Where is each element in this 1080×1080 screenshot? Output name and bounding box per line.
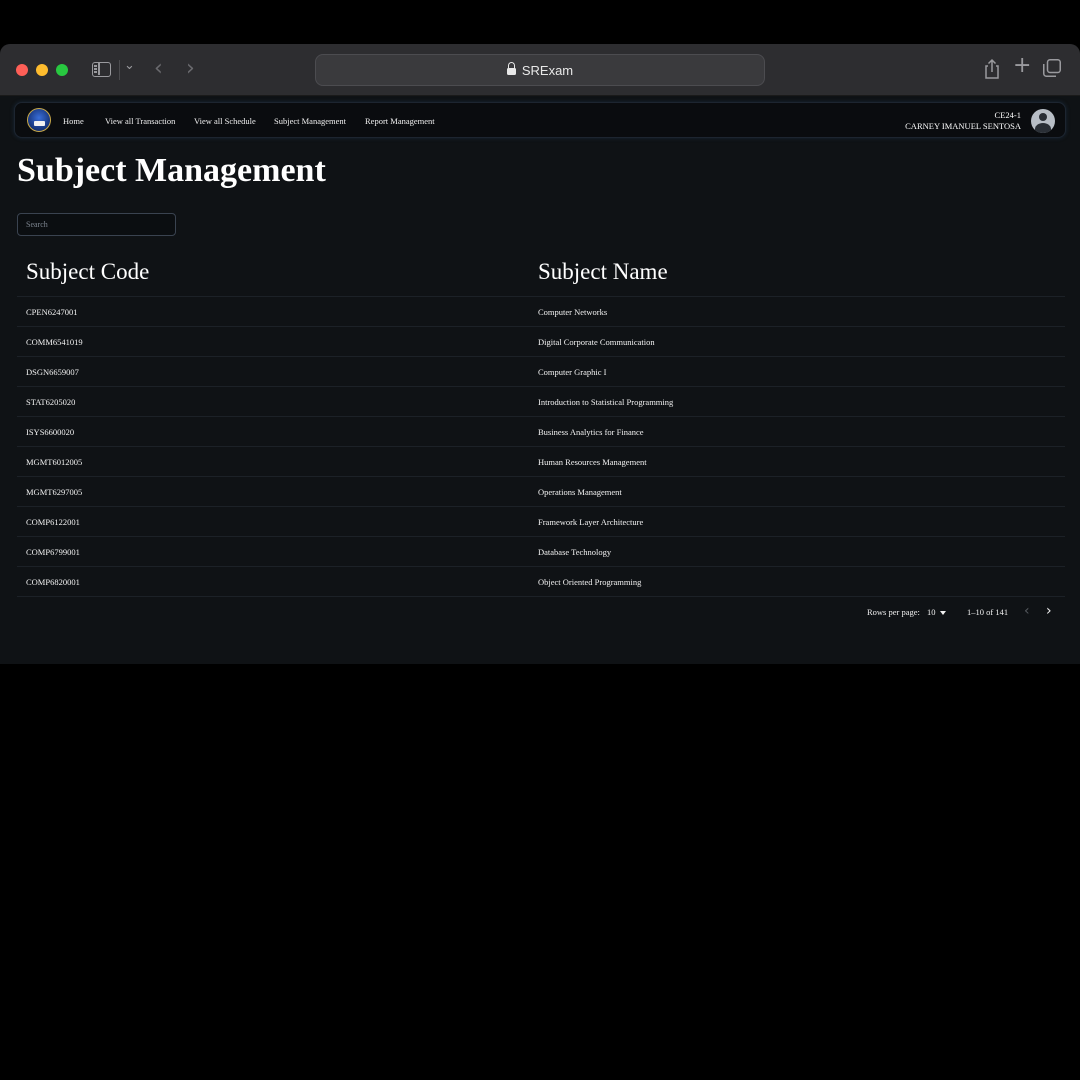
user-name: CARNEY IMANUEL SENTOSA bbox=[905, 121, 1021, 131]
subject-name-cell: Digital Corporate Communication bbox=[538, 337, 655, 347]
subjects-table: Subject Code Subject Name CPEN6247001 Co… bbox=[17, 253, 1065, 597]
subject-code-cell: COMP6122001 bbox=[26, 517, 80, 527]
subject-name-cell: Computer Graphic I bbox=[538, 367, 607, 377]
table-row[interactable]: COMM6541019 Digital Corporate Communicat… bbox=[17, 327, 1065, 357]
address-bar[interactable]: SRExam bbox=[315, 54, 765, 86]
minimize-window-button[interactable] bbox=[36, 64, 48, 76]
chevron-down-icon[interactable]: ⌄ bbox=[124, 58, 135, 73]
subject-name-cell: Business Analytics for Finance bbox=[538, 427, 644, 437]
subject-code-cell: MGMT6012005 bbox=[26, 457, 83, 467]
table-pagination: Rows per page: 10 1–10 of 141 ‹ › bbox=[0, 603, 1080, 623]
back-arrow-icon[interactable]: ‹ bbox=[154, 56, 163, 81]
nav-view-all-transaction[interactable]: View all Transaction bbox=[105, 116, 175, 126]
nav-subject-management[interactable]: Subject Management bbox=[274, 116, 346, 126]
subject-code-cell: COMP6799001 bbox=[26, 547, 80, 557]
subject-code-cell: CPEN6247001 bbox=[26, 307, 78, 317]
avatar[interactable] bbox=[1031, 109, 1055, 133]
forward-arrow-icon[interactable]: › bbox=[186, 56, 195, 81]
table-row[interactable]: COMP6122001 Framework Layer Architecture bbox=[17, 507, 1065, 537]
tab-overview-icon[interactable] bbox=[1043, 59, 1061, 77]
nav-view-all-schedule[interactable]: View all Schedule bbox=[194, 116, 256, 126]
subject-name-cell: Introduction to Statistical Programming bbox=[538, 397, 674, 407]
rows-per-page-label: Rows per page: bbox=[867, 607, 920, 617]
rows-per-page-select[interactable]: 10 bbox=[927, 607, 946, 617]
table-row[interactable]: STAT6205020 Introduction to Statistical … bbox=[17, 387, 1065, 417]
subject-code-cell: COMP6820001 bbox=[26, 577, 80, 587]
lock-icon bbox=[506, 61, 516, 77]
sidebar-toggle-icon[interactable] bbox=[92, 62, 111, 77]
table-row[interactable]: COMP6799001 Database Technology bbox=[17, 537, 1065, 567]
subject-code-cell: DSGN6659007 bbox=[26, 367, 79, 377]
table-row[interactable]: ISYS6600020 Business Analytics for Finan… bbox=[17, 417, 1065, 447]
subject-name-cell: Framework Layer Architecture bbox=[538, 517, 644, 527]
nav-home[interactable]: Home bbox=[63, 116, 84, 126]
subject-name-cell: Computer Networks bbox=[538, 307, 608, 317]
maximize-window-button[interactable] bbox=[56, 64, 68, 76]
app-logo[interactable] bbox=[27, 108, 51, 132]
browser-titlebar: ⌄ ‹ › SRExam + bbox=[0, 44, 1080, 96]
table-row[interactable]: DSGN6659007 Computer Graphic I bbox=[17, 357, 1065, 387]
subject-name-cell: Database Technology bbox=[538, 547, 612, 557]
close-window-button[interactable] bbox=[16, 64, 28, 76]
page-title: Subject Management bbox=[17, 152, 326, 189]
user-info: CE24-1 CARNEY IMANUEL SENTOSA bbox=[905, 110, 1021, 132]
share-icon[interactable] bbox=[984, 58, 1000, 80]
table-row[interactable]: MGMT6012005 Human Resources Management bbox=[17, 447, 1065, 477]
table-row[interactable]: CPEN6247001 Computer Networks bbox=[17, 297, 1065, 327]
table-row[interactable]: COMP6820001 Object Oriented Programming bbox=[17, 567, 1065, 597]
caret-down-icon bbox=[939, 611, 946, 616]
table-header: Subject Code Subject Name bbox=[17, 253, 1065, 297]
new-tab-icon[interactable]: + bbox=[1013, 53, 1031, 78]
browser-window: ⌄ ‹ › SRExam + Home View all Transaction… bbox=[0, 44, 1080, 664]
subject-code-cell: ISYS6600020 bbox=[26, 427, 75, 437]
search-input[interactable] bbox=[17, 213, 176, 236]
nav-report-management[interactable]: Report Management bbox=[365, 116, 435, 126]
subject-code-cell: MGMT6297005 bbox=[26, 487, 83, 497]
column-header-subject-code[interactable]: Subject Code bbox=[26, 259, 149, 285]
subject-name-cell: Operations Management bbox=[538, 487, 622, 497]
table-row[interactable]: MGMT6297005 Operations Management bbox=[17, 477, 1065, 507]
previous-page-icon[interactable]: ‹ bbox=[1024, 603, 1030, 619]
app-navbar: Home View all Transaction View all Sched… bbox=[14, 102, 1066, 138]
user-code: CE24-1 bbox=[994, 110, 1021, 120]
subject-code-cell: STAT6205020 bbox=[26, 397, 76, 407]
subject-code-cell: COMM6541019 bbox=[26, 337, 83, 347]
subject-name-cell: Object Oriented Programming bbox=[538, 577, 642, 587]
toolbar-divider bbox=[119, 60, 120, 80]
rows-per-page-value: 10 bbox=[927, 607, 936, 617]
next-page-icon[interactable]: › bbox=[1046, 603, 1052, 619]
address-bar-title: SRExam bbox=[521, 62, 574, 78]
subject-name-cell: Human Resources Management bbox=[538, 457, 647, 467]
pagination-range: 1–10 of 141 bbox=[967, 607, 1009, 617]
column-header-subject-name[interactable]: Subject Name bbox=[538, 259, 668, 285]
